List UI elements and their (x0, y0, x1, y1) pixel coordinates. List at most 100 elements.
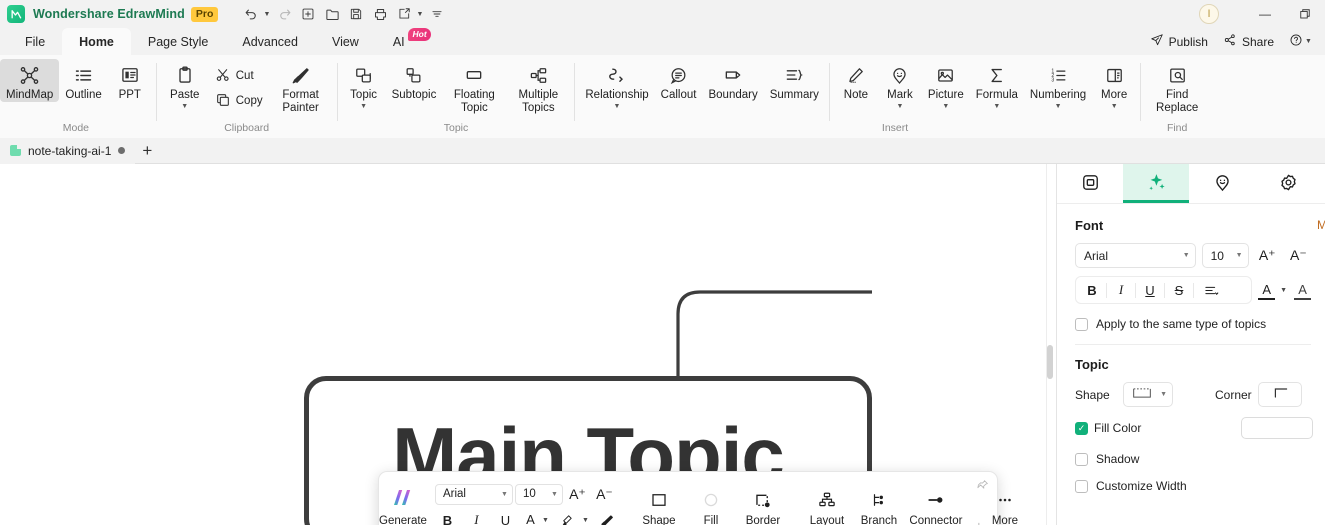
paste-dropdown-icon[interactable]: ▼ (181, 103, 188, 111)
apply-same-type-checkbox[interactable] (1075, 317, 1088, 331)
fill-color-swatch[interactable] (1241, 417, 1313, 439)
mindmap-canvas[interactable]: Main Topic Subtopic (0, 164, 1056, 525)
mark-dropdown-icon[interactable]: ▼ (896, 103, 903, 111)
summary-button[interactable]: Summary (764, 59, 825, 102)
picture-dropdown-icon[interactable]: ▼ (942, 103, 949, 111)
mark-button[interactable]: Mark ▼ (878, 59, 922, 111)
numbering-button[interactable]: 123 Numbering ▼ (1024, 59, 1092, 111)
font-family-select-panel[interactable]: Arial ▼ (1075, 243, 1196, 268)
redo-icon[interactable] (273, 3, 295, 25)
avatar[interactable]: I (1199, 4, 1219, 24)
help-button[interactable]: ▼ (1283, 31, 1319, 52)
tab-advanced[interactable]: Advanced (225, 28, 315, 55)
strikethrough-button-panel[interactable]: S (1165, 278, 1193, 302)
underline-button[interactable]: U (493, 509, 518, 525)
mode-outline-button[interactable]: Outline (59, 59, 107, 102)
align-icon[interactable] (1194, 278, 1228, 302)
font-family-select[interactable]: Arial ▼ (434, 483, 513, 505)
ai-generate-button[interactable]: Generate (379, 472, 427, 525)
formula-dropdown-icon[interactable]: ▼ (993, 103, 1000, 111)
insert-more-button[interactable]: More ▼ (1092, 59, 1136, 111)
more-options-icon[interactable] (426, 3, 448, 25)
clear-format-icon[interactable] (594, 509, 619, 525)
mode-ppt-button[interactable]: PPT (108, 59, 152, 102)
topic-dropdown-icon[interactable]: ▼ (360, 103, 367, 111)
note-button[interactable]: Note (834, 59, 878, 102)
canvas-scrollbar[interactable] (1046, 164, 1055, 525)
decrease-font-button[interactable]: A⁻ (592, 483, 617, 506)
customize-width-checkbox[interactable] (1075, 479, 1088, 493)
copy-button[interactable]: Copy (209, 88, 269, 112)
restore-button[interactable] (1285, 0, 1325, 28)
border-button[interactable]: Border (737, 484, 789, 525)
tab-file[interactable]: File (8, 28, 62, 55)
mark-tab[interactable] (1189, 164, 1255, 203)
shadow-row[interactable]: Shadow (1075, 452, 1311, 466)
corner-select[interactable] (1257, 382, 1302, 407)
pin-icon[interactable] (976, 479, 989, 495)
underline-button-panel[interactable]: U (1136, 278, 1164, 302)
tab-ai[interactable]: AI Hot (376, 28, 431, 55)
relationship-button[interactable]: Relationship ▼ (579, 59, 654, 111)
increase-font-button[interactable]: A⁺ (565, 483, 590, 506)
formula-button[interactable]: Formula ▼ (970, 59, 1024, 111)
export-caret-icon[interactable]: ▼ (415, 11, 424, 18)
share-button[interactable]: Share (1217, 31, 1280, 52)
apply-same-type-row[interactable]: Apply to the same type of topics (1075, 317, 1311, 331)
topic-button[interactable]: Topic ▼ (342, 59, 386, 111)
publish-button[interactable]: Publish (1144, 31, 1214, 52)
style-tab[interactable] (1057, 164, 1123, 203)
connector-button[interactable]: Connector (905, 484, 967, 525)
highlight-color-button-panel[interactable]: A (1294, 280, 1311, 300)
italic-button[interactable]: I (464, 509, 489, 525)
find-replace-button[interactable]: Find Replace (1145, 59, 1209, 115)
shadow-checkbox[interactable] (1075, 452, 1088, 466)
branch-button[interactable]: Branch (853, 484, 905, 525)
font-size-select[interactable]: 10 ▼ (514, 483, 563, 505)
undo-icon[interactable] (240, 3, 262, 25)
font-color-button[interactable]: A (522, 510, 539, 525)
decrease-font-button-panel[interactable]: A⁻ (1286, 243, 1311, 268)
folder-open-icon[interactable] (321, 3, 343, 25)
font-color-caret-icon[interactable]: ▼ (541, 517, 550, 524)
layout-button[interactable]: Layout (801, 484, 853, 525)
document-tab[interactable]: note-taking-ai-1 (0, 137, 136, 164)
shape-select[interactable]: ▼ (1123, 382, 1173, 407)
printer-icon[interactable] (369, 3, 391, 25)
font-color-caret-icon-panel[interactable]: ▼ (1279, 287, 1288, 294)
help-caret-icon[interactable]: ▼ (1304, 38, 1313, 45)
tab-page-style[interactable]: Page Style (131, 28, 225, 55)
italic-button-panel[interactable]: I (1107, 278, 1135, 302)
bold-button-panel[interactable]: B (1078, 278, 1106, 302)
relationship-dropdown-icon[interactable]: ▼ (614, 103, 621, 111)
insert-more-dropdown-icon[interactable]: ▼ (1111, 103, 1118, 111)
font-color-button-panel[interactable]: A (1258, 280, 1276, 300)
tab-view[interactable]: View (315, 28, 376, 55)
floating-topic-button[interactable]: Floating Topic (442, 59, 506, 115)
format-painter-button[interactable]: Format Painter (269, 59, 333, 115)
bold-button[interactable]: B (435, 509, 460, 525)
minimize-button[interactable]: — (1245, 0, 1285, 28)
new-document-button[interactable]: + (135, 139, 159, 163)
picture-button[interactable]: Picture ▼ (922, 59, 970, 111)
mode-mindmap-button[interactable]: MindMap (0, 59, 60, 102)
scrollbar-thumb[interactable] (1047, 345, 1053, 379)
subtopic-button[interactable]: Subtopic (386, 59, 443, 102)
tab-home[interactable]: Home (62, 28, 131, 55)
undo-caret-icon[interactable]: ▼ (262, 11, 271, 18)
numbering-dropdown-icon[interactable]: ▼ (1055, 103, 1062, 111)
settings-tab[interactable] (1255, 164, 1321, 203)
highlight-caret-icon[interactable]: ▼ (581, 517, 590, 524)
ai-tab[interactable] (1123, 164, 1189, 203)
increase-font-button-panel[interactable]: A⁺ (1255, 243, 1280, 268)
export-share-icon[interactable] (393, 3, 415, 25)
multiple-topics-button[interactable]: Multiple Topics (506, 59, 570, 115)
fill-color-checkbox[interactable]: ✓ (1075, 421, 1088, 435)
shape-button[interactable]: Shape (633, 484, 685, 525)
customize-width-row[interactable]: Customize Width (1075, 479, 1311, 493)
fill-button[interactable]: Fill (685, 484, 737, 525)
callout-button[interactable]: Callout (655, 59, 703, 102)
font-size-select-panel[interactable]: 10 ▼ (1201, 243, 1249, 268)
cut-button[interactable]: Cut (209, 63, 269, 87)
paste-button[interactable]: Paste ▼ (161, 59, 209, 111)
